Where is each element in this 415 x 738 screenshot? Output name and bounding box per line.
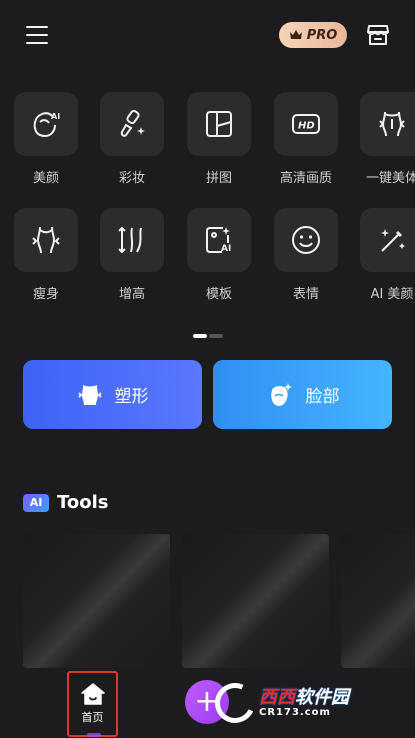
tool-label: 一键美体 [365,171,415,186]
tool-ai-beauty[interactable]: AI 美颜 [359,208,415,302]
home-icon [80,683,105,705]
ai-tools-heading: AI Tools [23,492,109,513]
body-reshape-icon [77,384,102,405]
tool-label: 拼图 [205,171,232,186]
tool-label: 彩妆 [118,171,145,186]
pro-label: PRO [306,27,338,43]
hd-icon: HD [274,92,338,156]
hamburger-menu-icon[interactable] [26,26,48,46]
ai-badge: AI [23,493,49,512]
tool-slim[interactable]: 瘦身 [13,208,79,302]
slim-icon [14,208,78,272]
ai-tool-card[interactable] [23,534,170,668]
magic-wand-icon [360,208,415,272]
svg-text:AI: AI [221,244,231,254]
page-dot-active [193,334,207,338]
page-indicator [193,334,223,338]
bottom-nav: 首页 + 西西软件园 CR173.com [0,668,415,738]
nav-home-label: 首页 [81,711,104,724]
ai-tools-carousel[interactable] [0,534,415,668]
tool-makeup[interactable]: 彩妆 [99,92,165,186]
tool-label: 增高 [118,287,145,302]
tool-label: 模板 [205,287,232,302]
tool-beauty[interactable]: AI 美颜 [13,92,79,186]
makeup-brush-icon [100,92,164,156]
collage-icon [187,92,251,156]
face-icon [270,382,292,406]
tool-expression[interactable]: 表情 [273,208,339,302]
nav-home[interactable]: 首页 [67,671,118,737]
ai-tools-title: Tools [57,492,109,513]
watermark-logo-icon [209,677,261,729]
tool-grid: AI 美颜 彩妆 拼图 HD 高清画质 一键美体 瘦身 增高 AI 模板 表情 … [0,92,415,312]
crown-icon [289,30,302,39]
tool-body[interactable]: 一键美体 [359,92,415,186]
tool-hd[interactable]: HD 高清画质 [273,92,339,186]
body-shape-icon [360,92,415,156]
top-bar: PRO [0,18,415,54]
watermark-brand-2: 软件园 [295,686,349,708]
tool-label: 瘦身 [32,287,59,302]
tool-label: 表情 [292,287,319,302]
tool-label: 高清画质 [279,171,332,186]
ai-tool-card[interactable] [341,534,415,668]
store-icon[interactable] [365,22,391,48]
face-label: 脸部 [305,387,340,407]
tool-collage[interactable]: 拼图 [186,92,252,186]
height-icon [100,208,164,272]
tool-label: AI 美颜 [370,287,414,302]
ai-template-icon: AI [187,208,251,272]
tool-height[interactable]: 增高 [99,208,165,302]
page-dot [209,334,223,338]
body-reshape-label: 塑形 [114,387,149,407]
svg-text:AI: AI [51,112,60,121]
face-button[interactable]: 脸部 [213,360,392,429]
ai-face-icon: AI [14,92,78,156]
pro-badge-button[interactable]: PRO [279,22,347,48]
svg-text:HD: HD [298,121,315,132]
nav-home-indicator [87,733,101,737]
smiley-icon [274,208,338,272]
ai-tool-card[interactable] [182,534,329,668]
watermark: 西西软件园 CR173.com [209,677,400,729]
tool-template[interactable]: AI 模板 [186,208,252,302]
watermark-url: CR173.com [259,707,331,719]
watermark-brand-1: 西西 [259,686,295,708]
tool-label: 美颜 [32,171,59,186]
body-reshape-button[interactable]: 塑形 [23,360,202,429]
